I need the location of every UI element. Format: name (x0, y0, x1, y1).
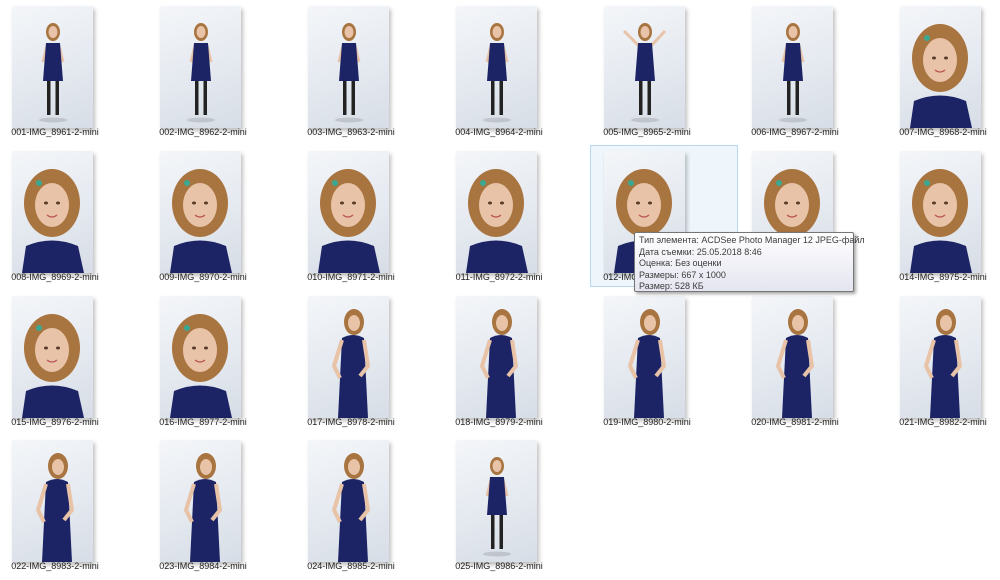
file-name-label: 023-IMG_8984-2-mini (159, 561, 247, 571)
photo-thumbnail (456, 440, 537, 562)
file-name-label: 010-IMG_8971-2-mini (307, 272, 395, 282)
photo-thumbnail (604, 296, 685, 418)
photo-thumbnail (12, 6, 93, 128)
photo-thumbnail (160, 6, 241, 128)
file-thumbnail-item[interactable]: 001-IMG_8961-2-mini (0, 0, 146, 142)
photo-thumbnail (308, 151, 389, 273)
photo-thumbnail (160, 440, 241, 562)
file-thumbnail-item[interactable]: 010-IMG_8971-2-mini (294, 145, 442, 287)
file-name-label: 014-IMG_8975-2-mini (899, 272, 987, 282)
file-name-label: 009-IMG_8970-2-mini (159, 272, 247, 282)
file-thumbnail-item[interactable]: 009-IMG_8970-2-mini (146, 145, 294, 287)
file-name-label: 025-IMG_8986-2-mini (455, 561, 543, 571)
photo-thumbnail (308, 6, 389, 128)
file-thumbnail-item[interactable]: 015-IMG_8976-2-mini (0, 290, 146, 432)
photo-thumbnail (308, 296, 389, 418)
photo-thumbnail (12, 440, 93, 562)
file-thumbnail-item[interactable]: 022-IMG_8983-2-mini (0, 434, 146, 576)
file-name-label: 015-IMG_8976-2-mini (11, 417, 99, 427)
file-thumbnail-item[interactable]: 016-IMG_8977-2-mini (146, 290, 294, 432)
photo-thumbnail (12, 296, 93, 418)
file-name-label: 019-IMG_8980-2-mini (603, 417, 691, 427)
file-thumbnail-item[interactable]: 021-IMG_8982-2-mini (886, 290, 1000, 432)
tooltip-rating: Оценка: Без оценки (639, 258, 722, 268)
file-name-label: 007-IMG_8968-2-mini (899, 127, 987, 137)
photo-thumbnail (456, 296, 537, 418)
file-info-tooltip: Тип элемента: ACDSee Photo Manager 12 JP… (634, 232, 865, 292)
file-name-label: 021-IMG_8982-2-mini (899, 417, 987, 427)
file-thumbnail-item[interactable]: 019-IMG_8980-2-mini (590, 290, 738, 432)
file-thumbnail-item[interactable]: 004-IMG_8964-2-mini (442, 0, 590, 142)
file-thumbnail-item[interactable]: 006-IMG_8967-2-mini (738, 0, 886, 142)
file-name-label: 008-IMG_8969-2-mini (11, 272, 99, 282)
file-thumbnail-item[interactable]: 003-IMG_8963-2-mini (294, 0, 442, 142)
file-thumbnail-item[interactable]: 023-IMG_8984-2-mini (146, 434, 294, 576)
file-thumbnail-item[interactable]: 002-IMG_8962-2-mini (146, 0, 294, 142)
file-thumbnail-item[interactable]: 005-IMG_8965-2-mini (590, 0, 738, 142)
file-thumbnail-item[interactable]: 020-IMG_8981-2-mini (738, 290, 886, 432)
photo-thumbnail (456, 151, 537, 273)
file-name-label: 011-IMG_8972-2-mini (455, 272, 543, 282)
photo-thumbnail (900, 6, 981, 128)
tooltip-dimensions: Размеры: 667 x 1000 (639, 269, 726, 280)
file-thumbnail-item[interactable]: 008-IMG_8969-2-mini (0, 145, 146, 287)
file-name-label: 024-IMG_8985-2-mini (307, 561, 395, 571)
photo-thumbnail (752, 6, 833, 128)
photo-thumbnail (160, 151, 241, 273)
file-name-label: 006-IMG_8967-2-mini (751, 127, 839, 137)
tooltip-item-type: Тип элемента: ACDSee Photo Manager 12 JP… (639, 235, 865, 245)
file-name-label: 002-IMG_8962-2-mini (159, 127, 247, 137)
photo-thumbnail (456, 6, 537, 128)
photo-thumbnail (900, 151, 981, 273)
file-thumbnail-item[interactable]: 018-IMG_8979-2-mini (442, 290, 590, 432)
photo-thumbnail (900, 296, 981, 418)
file-name-label: 018-IMG_8979-2-mini (455, 417, 543, 427)
file-thumbnail-item[interactable]: 025-IMG_8986-2-mini (442, 434, 590, 576)
file-thumbnail-item[interactable]: 007-IMG_8968-2-mini (886, 0, 1000, 142)
photo-thumbnail (12, 151, 93, 273)
file-name-label: 004-IMG_8964-2-mini (455, 127, 543, 137)
file-name-label: 017-IMG_8978-2-mini (307, 417, 395, 427)
file-name-label: 005-IMG_8965-2-mini (603, 127, 691, 137)
tooltip-capture-date: Дата съемки: 25.05.2018 8:46 (639, 246, 762, 257)
photo-thumbnail (160, 296, 241, 418)
tooltip-file-size: Размер: 528 КБ (639, 281, 704, 291)
file-thumbnail-item[interactable]: 011-IMG_8972-2-mini (442, 145, 590, 287)
file-name-label: 022-IMG_8983-2-mini (11, 561, 99, 571)
photo-thumbnail (604, 6, 685, 128)
file-thumbnail-item[interactable]: 014-IMG_8975-2-mini (886, 145, 1000, 287)
file-name-label: 001-IMG_8961-2-mini (11, 127, 99, 137)
file-name-label: 016-IMG_8977-2-mini (159, 417, 247, 427)
file-thumbnail-item[interactable]: 024-IMG_8985-2-mini (294, 434, 442, 576)
photo-thumbnail (308, 440, 389, 562)
file-thumbnail-item[interactable]: 017-IMG_8978-2-mini (294, 290, 442, 432)
file-name-label: 020-IMG_8981-2-mini (751, 417, 839, 427)
photo-thumbnail (752, 296, 833, 418)
file-name-label: 003-IMG_8963-2-mini (307, 127, 395, 137)
